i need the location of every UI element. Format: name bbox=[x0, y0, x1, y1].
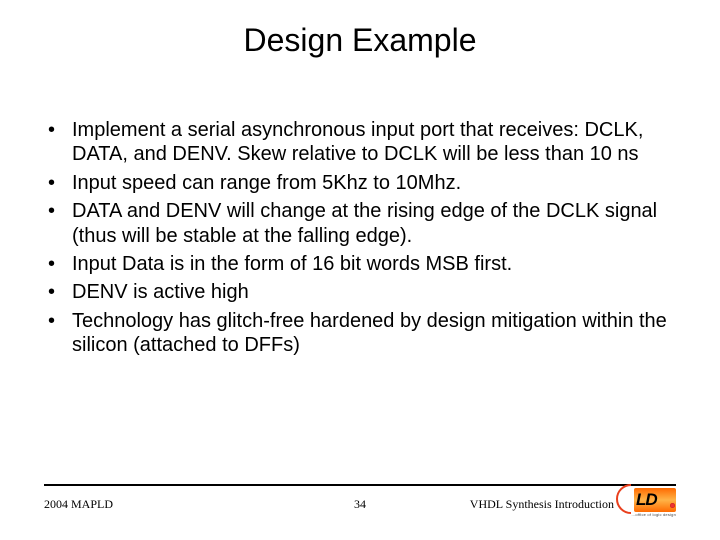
list-item: Input Data is in the form of 16 bit word… bbox=[44, 252, 676, 276]
logo: LD ...office of logic design bbox=[622, 486, 676, 518]
logo-dot-icon bbox=[670, 503, 675, 508]
list-item: Technology has glitch-free hardened by d… bbox=[44, 309, 676, 358]
logo-text: LD bbox=[636, 490, 674, 510]
slide-title: Design Example bbox=[0, 22, 720, 59]
footer-divider bbox=[44, 484, 676, 488]
list-item: DATA and DENV will change at the rising … bbox=[44, 199, 676, 248]
footer-right: VHDL Synthesis Introduction bbox=[470, 497, 614, 512]
bullet-list: Implement a serial asynchronous input po… bbox=[44, 118, 676, 358]
slide-body: Implement a serial asynchronous input po… bbox=[44, 118, 676, 362]
list-item: Input speed can range from 5Khz to 10Mhz… bbox=[44, 171, 676, 195]
logo-tagline: ...office of logic design bbox=[622, 512, 676, 517]
slide: Design Example Implement a serial asynch… bbox=[0, 0, 720, 540]
list-item: Implement a serial asynchronous input po… bbox=[44, 118, 676, 167]
list-item: DENV is active high bbox=[44, 280, 676, 304]
footer: 2004 MAPLD 34 VHDL Synthesis Introductio… bbox=[44, 492, 676, 518]
